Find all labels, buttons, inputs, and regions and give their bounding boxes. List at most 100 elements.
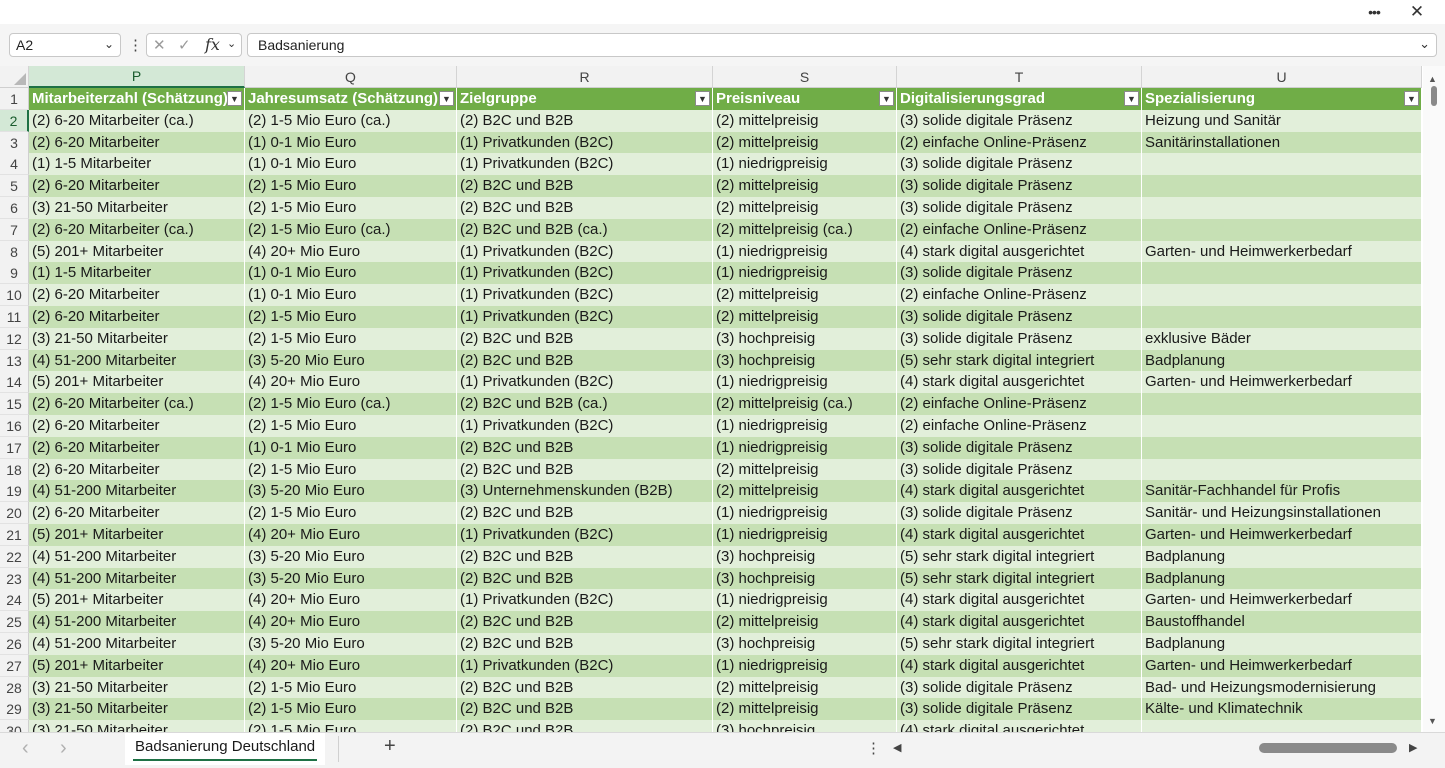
table-cell-digitalisierungsgrad[interactable]: (3) solide digitale Präsenz xyxy=(897,458,1142,481)
table-cell-jahresumsatz[interactable]: (4) 20+ Mio Euro xyxy=(245,240,457,263)
table-cell-spezialisierung[interactable] xyxy=(1142,153,1422,176)
table-cell-spezialisierung[interactable] xyxy=(1142,284,1422,307)
table-cell-jahresumsatz[interactable]: (2) 1-5 Mio Euro (ca.) xyxy=(245,109,457,132)
row-header[interactable]: 18 xyxy=(0,458,29,481)
table-cell-jahresumsatz[interactable]: (4) 20+ Mio Euro xyxy=(245,611,457,634)
table-cell-mitarbeiterzahl[interactable]: (1) 1-5 Mitarbeiter xyxy=(29,153,245,176)
row-header[interactable]: 27 xyxy=(0,654,29,677)
table-cell-jahresumsatz[interactable]: (2) 1-5 Mio Euro (ca.) xyxy=(245,393,457,416)
table-cell-digitalisierungsgrad[interactable]: (5) sehr stark digital integriert xyxy=(897,567,1142,590)
table-cell-preisniveau[interactable]: (3) hochpreisig xyxy=(713,720,897,732)
table-cell-zielgruppe[interactable]: (2) B2C und B2B xyxy=(457,698,713,721)
table-cell-zielgruppe[interactable]: (2) B2C und B2B xyxy=(457,458,713,481)
scroll-right-icon[interactable]: ▶ xyxy=(1409,741,1417,754)
table-cell-zielgruppe[interactable]: (2) B2C und B2B (ca.) xyxy=(457,393,713,416)
table-cell-mitarbeiterzahl[interactable]: (2) 6-20 Mitarbeiter xyxy=(29,458,245,481)
table-cell-jahresumsatz[interactable]: (2) 1-5 Mio Euro xyxy=(245,175,457,198)
table-cell-preisniveau[interactable]: (1) niedrigpreisig xyxy=(713,589,897,612)
table-cell-jahresumsatz[interactable]: (1) 0-1 Mio Euro xyxy=(245,153,457,176)
table-cell-zielgruppe[interactable]: (3) Unternehmenskunden (B2B) xyxy=(457,480,713,503)
table-cell-digitalisierungsgrad[interactable]: (3) solide digitale Präsenz xyxy=(897,436,1142,459)
row-header[interactable]: 1 xyxy=(0,88,29,110)
table-cell-jahresumsatz[interactable]: (2) 1-5 Mio Euro xyxy=(245,458,457,481)
table-cell-digitalisierungsgrad[interactable]: (4) stark digital ausgerichtet xyxy=(897,371,1142,394)
row-header[interactable]: 20 xyxy=(0,502,29,525)
table-cell-jahresumsatz[interactable]: (2) 1-5 Mio Euro xyxy=(245,327,457,350)
table-cell-zielgruppe[interactable]: (1) Privatkunden (B2C) xyxy=(457,284,713,307)
row-header[interactable]: 28 xyxy=(0,676,29,699)
table-cell-digitalisierungsgrad[interactable]: (4) stark digital ausgerichtet xyxy=(897,480,1142,503)
more-options-icon[interactable]: ••• xyxy=(1354,0,1394,23)
row-header[interactable]: 23 xyxy=(0,567,29,590)
table-cell-zielgruppe[interactable]: (1) Privatkunden (B2C) xyxy=(457,306,713,328)
table-cell-spezialisierung[interactable]: Bad- und Heizungsmodernisierung xyxy=(1142,676,1422,699)
chevron-down-icon[interactable]: ⌄ xyxy=(227,37,236,50)
row-header[interactable]: 15 xyxy=(0,393,29,416)
table-cell-jahresumsatz[interactable]: (4) 20+ Mio Euro xyxy=(245,524,457,546)
column-header-q[interactable]: Q xyxy=(245,66,457,88)
row-header[interactable]: 8 xyxy=(0,240,29,263)
table-cell-spezialisierung[interactable]: Heizung und Sanitär xyxy=(1142,109,1422,132)
table-cell-preisniveau[interactable]: (2) mittelpreisig (ca.) xyxy=(713,393,897,416)
table-cell-spezialisierung[interactable]: Garten- und Heimwerkerbedarf xyxy=(1142,589,1422,612)
table-cell-digitalisierungsgrad[interactable]: (2) einfache Online-Präsenz xyxy=(897,131,1142,154)
table-cell-jahresumsatz[interactable]: (4) 20+ Mio Euro xyxy=(245,654,457,677)
table-cell-spezialisierung[interactable] xyxy=(1142,197,1422,219)
table-cell-spezialisierung[interactable]: Badplanung xyxy=(1142,349,1422,372)
table-cell-zielgruppe[interactable]: (2) B2C und B2B xyxy=(457,611,713,634)
table-cell-preisniveau[interactable]: (3) hochpreisig xyxy=(713,327,897,350)
row-header[interactable]: 10 xyxy=(0,284,29,307)
table-cell-preisniveau[interactable]: (1) niedrigpreisig xyxy=(713,153,897,176)
table-cell-zielgruppe[interactable]: (2) B2C und B2B xyxy=(457,502,713,525)
table-cell-spezialisierung[interactable]: Sanitär-Fachhandel für Profis xyxy=(1142,480,1422,503)
table-cell-zielgruppe[interactable]: (2) B2C und B2B xyxy=(457,720,713,732)
table-cell-zielgruppe[interactable]: (1) Privatkunden (B2C) xyxy=(457,524,713,546)
table-cell-preisniveau[interactable]: (3) hochpreisig xyxy=(713,567,897,590)
column-header-s[interactable]: S xyxy=(713,66,897,88)
table-cell-zielgruppe[interactable]: (2) B2C und B2B xyxy=(457,436,713,459)
table-cell-preisniveau[interactable]: (2) mittelpreisig (ca.) xyxy=(713,218,897,241)
table-cell-spezialisierung[interactable]: Garten- und Heimwerkerbedarf xyxy=(1142,240,1422,263)
filter-dropdown-icon[interactable]: ▼ xyxy=(1124,91,1139,106)
row-header[interactable]: 14 xyxy=(0,371,29,394)
table-cell-jahresumsatz[interactable]: (1) 0-1 Mio Euro xyxy=(245,436,457,459)
filter-dropdown-icon[interactable]: ▼ xyxy=(227,91,242,106)
table-cell-mitarbeiterzahl[interactable]: (2) 6-20 Mitarbeiter (ca.) xyxy=(29,393,245,416)
table-cell-spezialisierung[interactable] xyxy=(1142,218,1422,241)
table-cell-zielgruppe[interactable]: (1) Privatkunden (B2C) xyxy=(457,240,713,263)
table-cell-preisniveau[interactable]: (2) mittelpreisig xyxy=(713,676,897,699)
column-header-u[interactable]: U xyxy=(1142,66,1422,88)
table-cell-preisniveau[interactable]: (2) mittelpreisig xyxy=(713,480,897,503)
row-header[interactable]: 21 xyxy=(0,524,29,546)
row-header[interactable]: 25 xyxy=(0,611,29,634)
table-cell-zielgruppe[interactable]: (2) B2C und B2B xyxy=(457,676,713,699)
prev-sheet-icon[interactable]: ‹ xyxy=(22,737,29,760)
table-cell-jahresumsatz[interactable]: (2) 1-5 Mio Euro (ca.) xyxy=(245,218,457,241)
table-cell-mitarbeiterzahl[interactable]: (3) 21-50 Mitarbeiter xyxy=(29,698,245,721)
table-cell-mitarbeiterzahl[interactable]: (2) 6-20 Mitarbeiter (ca.) xyxy=(29,218,245,241)
table-cell-preisniveau[interactable]: (1) niedrigpreisig xyxy=(713,654,897,677)
select-all-corner[interactable] xyxy=(0,66,29,88)
table-cell-zielgruppe[interactable]: (1) Privatkunden (B2C) xyxy=(457,415,713,437)
table-cell-digitalisierungsgrad[interactable]: (2) einfache Online-Präsenz xyxy=(897,218,1142,241)
table-cell-spezialisierung[interactable]: exklusive Bäder xyxy=(1142,327,1422,350)
table-cell-mitarbeiterzahl[interactable]: (5) 201+ Mitarbeiter xyxy=(29,524,245,546)
table-cell-spezialisierung[interactable] xyxy=(1142,436,1422,459)
table-cell-mitarbeiterzahl[interactable]: (3) 21-50 Mitarbeiter xyxy=(29,720,245,732)
formula-input[interactable]: Badsanierung ⌄ xyxy=(247,33,1437,57)
table-cell-jahresumsatz[interactable]: (3) 5-20 Mio Euro xyxy=(245,545,457,568)
expand-formula-icon[interactable]: ⌄ xyxy=(1419,36,1430,52)
table-cell-preisniveau[interactable]: (2) mittelpreisig xyxy=(713,458,897,481)
table-cell-zielgruppe[interactable]: (1) Privatkunden (B2C) xyxy=(457,153,713,176)
table-cell-zielgruppe[interactable]: (1) Privatkunden (B2C) xyxy=(457,131,713,154)
table-cell-preisniveau[interactable]: (3) hochpreisig xyxy=(713,545,897,568)
column-header-p[interactable]: P xyxy=(29,66,245,88)
table-cell-preisniveau[interactable]: (2) mittelpreisig xyxy=(713,306,897,328)
table-cell-jahresumsatz[interactable]: (4) 20+ Mio Euro xyxy=(245,589,457,612)
row-header[interactable]: 7 xyxy=(0,218,29,241)
table-cell-digitalisierungsgrad[interactable]: (3) solide digitale Präsenz xyxy=(897,502,1142,525)
table-cell-spezialisierung[interactable]: Badplanung xyxy=(1142,567,1422,590)
row-header[interactable]: 13 xyxy=(0,349,29,372)
table-cell-preisniveau[interactable]: (2) mittelpreisig xyxy=(713,109,897,132)
table-cell-mitarbeiterzahl[interactable]: (4) 51-200 Mitarbeiter xyxy=(29,633,245,655)
